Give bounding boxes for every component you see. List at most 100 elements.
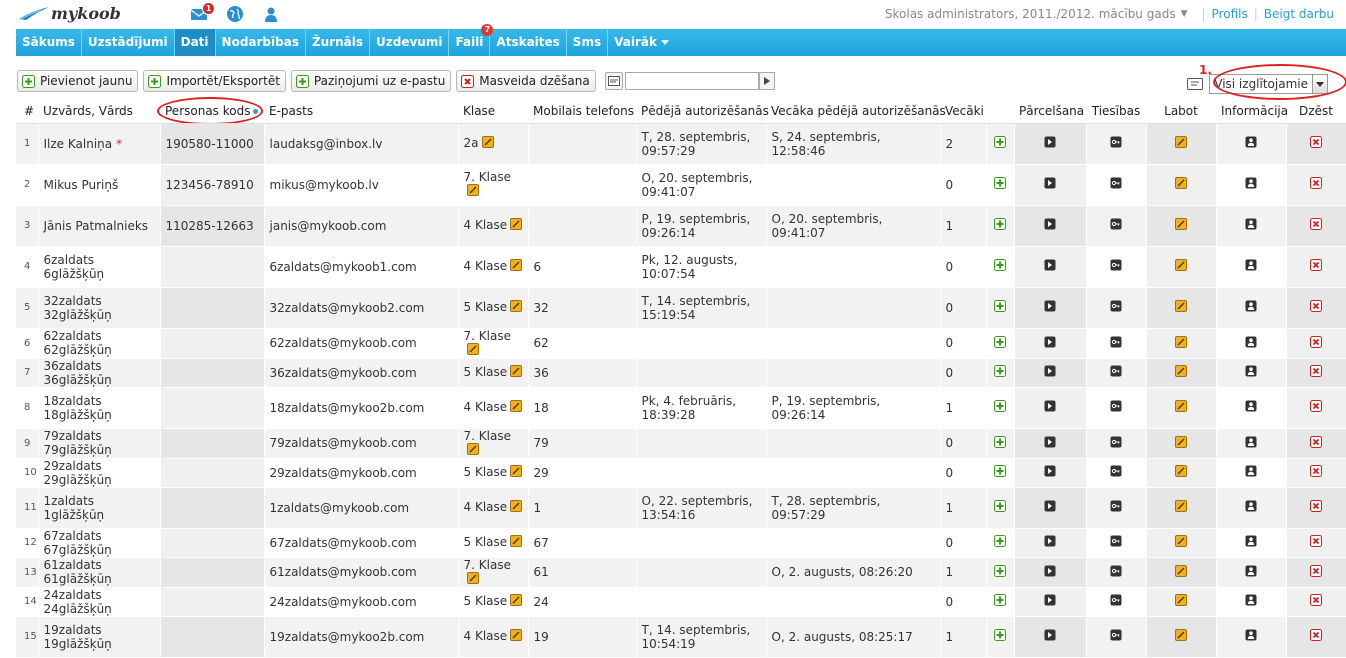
logout-link[interactable]: Beigt darbu (1264, 7, 1334, 21)
col-email[interactable]: E-pasts (264, 99, 458, 124)
student-name[interactable]: 19zaldats 19glāžšķūņ (38, 616, 161, 658)
person-info-icon[interactable] (1245, 336, 1257, 348)
move-icon[interactable] (1044, 177, 1056, 189)
student-name[interactable]: 6zaldats 6glāžšķūņ (38, 246, 161, 288)
edit-icon[interactable] (1175, 629, 1187, 641)
key-icon[interactable] (1110, 259, 1122, 271)
add-parent-icon[interactable] (994, 300, 1006, 312)
person-info-icon[interactable] (1245, 594, 1257, 606)
edit-icon[interactable] (1175, 465, 1187, 477)
add-parent-icon[interactable] (994, 594, 1006, 606)
bulk-delete-button[interactable]: Masveida dzēšana (456, 70, 596, 92)
add-parent-icon[interactable] (994, 435, 1006, 448)
table-row[interactable]: 8 18zaldats 18glāžšķūņ 18zaldats@mykoo2b… (16, 387, 1346, 429)
col-name[interactable]: Uzvārds, Vārds (38, 99, 160, 124)
edit-class-icon[interactable] (510, 535, 523, 550)
nav-item-sms[interactable]: Sms (567, 29, 609, 56)
move-icon[interactable] (1044, 565, 1056, 577)
delete-icon[interactable] (1310, 535, 1322, 547)
edit-icon[interactable] (1175, 177, 1187, 189)
edit-icon[interactable] (1175, 218, 1187, 230)
person-info-icon[interactable] (1245, 400, 1257, 412)
user-icon[interactable] (262, 5, 280, 23)
table-row[interactable]: 14 24zaldats 24glāžšķūņ 24zaldats@mykoob… (16, 587, 1346, 617)
import-export-button[interactable]: Importēt/Eksportēt (143, 70, 286, 92)
move-icon[interactable] (1044, 465, 1056, 477)
delete-icon[interactable] (1310, 335, 1322, 348)
search-input[interactable] (624, 72, 759, 90)
add-parent-icon[interactable] (994, 535, 1006, 547)
student-name[interactable]: Ilze Kalniņa * (38, 123, 161, 165)
move-icon[interactable] (1044, 259, 1056, 271)
col-phone[interactable]: Mobilais telefons (528, 99, 636, 124)
delete-icon[interactable] (1310, 365, 1322, 377)
delete-icon[interactable] (1310, 218, 1322, 230)
table-row[interactable]: 13 61zaldats 61glāžšķūņ 61zaldats@mykoob… (16, 557, 1346, 588)
person-info-icon[interactable] (1245, 218, 1257, 230)
delete-icon[interactable] (1310, 177, 1322, 189)
table-row[interactable]: 4 6zaldats 6glāžšķūņ 6zaldats@mykoob1.co… (16, 246, 1346, 288)
student-name[interactable]: 18zaldats 18glāžšķūņ (38, 387, 161, 429)
person-info-icon[interactable] (1245, 465, 1257, 477)
edit-class-icon[interactable] (510, 218, 523, 233)
person-info-icon[interactable] (1245, 259, 1257, 271)
person-info-icon[interactable] (1245, 535, 1257, 547)
student-name[interactable]: 61zaldats 61glāžšķūņ (38, 557, 161, 588)
table-row[interactable]: 6 62zaldats 62glāžšķūņ 62zaldats@mykoob.… (16, 328, 1346, 359)
edit-class-icon[interactable] (510, 500, 523, 515)
person-info-icon[interactable] (1245, 177, 1257, 189)
edit-class-icon[interactable] (481, 136, 494, 151)
add-parent-icon[interactable] (994, 400, 1006, 412)
edit-icon[interactable] (1175, 335, 1187, 348)
add-parent-icon[interactable] (994, 564, 1006, 577)
col-parent-auth[interactable]: Vecāka pēdējā autorizēšanās (766, 99, 946, 124)
col-personal-code[interactable]: Personas kods (160, 99, 264, 124)
col-class[interactable]: Klase (458, 99, 528, 124)
search-go-icon[interactable] (758, 72, 775, 90)
delete-icon[interactable] (1310, 435, 1322, 448)
key-icon[interactable] (1110, 218, 1122, 230)
role-selector[interactable]: Skolas administrators, 2011./2012. mācīb… (885, 7, 1176, 21)
person-info-icon[interactable] (1245, 565, 1257, 577)
nav-item-vairak[interactable]: Vairāk (608, 29, 675, 56)
edit-icon[interactable] (1175, 136, 1187, 148)
edit-icon[interactable] (1175, 564, 1187, 577)
edit-class-icon[interactable] (510, 629, 523, 644)
move-icon[interactable] (1044, 136, 1056, 148)
table-row[interactable]: 12 67zaldats 67glāžšķūņ 67zaldats@mykoob… (16, 528, 1346, 558)
delete-icon[interactable] (1310, 136, 1322, 148)
student-name[interactable]: 29zaldats 29glāžšķūņ (38, 458, 161, 488)
delete-icon[interactable] (1310, 259, 1322, 271)
edit-class-icon[interactable] (466, 442, 479, 458)
key-icon[interactable] (1110, 594, 1122, 606)
person-info-icon[interactable] (1245, 500, 1257, 512)
table-row[interactable]: 2 Mikus Puriņš 123456-78910 mikus@mykoob… (16, 164, 1346, 206)
table-row[interactable]: 9 79zaldats 79glāžšķūņ 79zaldats@mykoob.… (16, 428, 1346, 459)
add-parent-icon[interactable] (994, 465, 1006, 477)
table-row[interactable]: 5 32zaldats 32glāžšķūņ 32zaldats@mykoob2… (16, 287, 1346, 329)
key-icon[interactable] (1110, 535, 1122, 547)
edit-icon[interactable] (1175, 400, 1187, 412)
add-parent-icon[interactable] (994, 629, 1006, 641)
edit-icon[interactable] (1175, 500, 1187, 512)
edit-class-icon[interactable] (466, 571, 479, 587)
table-row[interactable]: 10 29zaldats 29glāžšķūņ 29zaldats@mykoob… (16, 458, 1346, 488)
table-row[interactable]: 15 19zaldats 19glāžšķūņ 19zaldats@mykoo2… (16, 616, 1346, 658)
student-name[interactable]: 1zaldats 1glāžšķūņ (38, 487, 161, 529)
key-icon[interactable] (1110, 629, 1122, 641)
student-name[interactable]: 32zaldats 32glāžšķūņ (38, 287, 161, 329)
add-parent-icon[interactable] (994, 500, 1006, 512)
logo[interactable]: mykoob (18, 3, 121, 23)
edit-icon[interactable] (1175, 259, 1187, 271)
move-icon[interactable] (1044, 400, 1056, 412)
nav-item-atskaites[interactable]: Atskaites (490, 29, 567, 56)
student-name[interactable]: 62zaldats 62glāžšķūņ (38, 328, 161, 359)
delete-icon[interactable] (1310, 465, 1322, 477)
person-info-icon[interactable] (1245, 365, 1257, 377)
edit-icon[interactable] (1175, 535, 1187, 547)
edit-icon[interactable] (1175, 594, 1187, 606)
nav-item-sakums[interactable]: Sākums (16, 29, 82, 56)
globe-icon[interactable] (226, 5, 244, 23)
add-parent-icon[interactable] (994, 136, 1006, 148)
key-icon[interactable] (1110, 565, 1122, 577)
